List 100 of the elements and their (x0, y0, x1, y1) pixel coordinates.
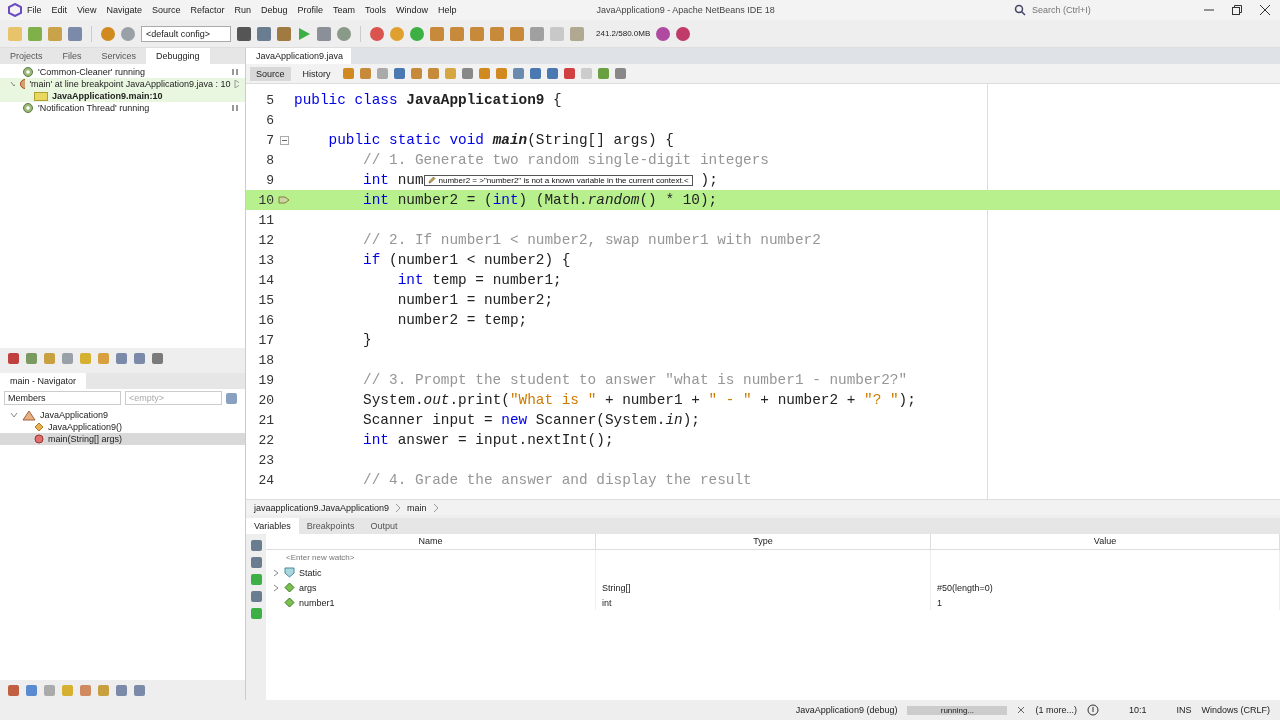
notification-icon[interactable] (1086, 704, 1099, 716)
panel-tab[interactable]: Variables (246, 518, 299, 534)
line-number: 13 (257, 252, 274, 268)
code-line: number2 = temp; (396, 312, 528, 328)
line-number: 7 (265, 132, 274, 148)
pencil-icon (427, 176, 436, 184)
code-line: int temp = number1; (396, 272, 562, 288)
menu-item[interactable]: Profile (292, 5, 329, 15)
variable-type: String[] (602, 582, 631, 593)
line-number: 21 (257, 412, 274, 428)
menu-item[interactable]: Navigate (101, 5, 147, 15)
code-line: if (number1 < number2) { (362, 252, 571, 268)
column-header[interactable]: Value (931, 534, 1280, 550)
expand-caret-icon[interactable] (10, 411, 18, 419)
panel-tab[interactable]: Output (362, 518, 406, 534)
window-title: JavaApplication9 - Apache NetBeans IDE 18 (596, 5, 775, 15)
editor-tab[interactable]: JavaApplication9.java (246, 48, 352, 64)
menu-item[interactable]: Refactor (185, 5, 230, 15)
line-number: 11 (257, 212, 274, 228)
code-line: int answer = input.nextInt(); (362, 432, 614, 448)
navigator-tab[interactable]: main - Navigator (0, 373, 87, 389)
view-toggle[interactable]: History (296, 66, 337, 81)
search-icon (1014, 4, 1026, 16)
chevron-icon (432, 502, 439, 513)
line-number: 12 (257, 232, 274, 248)
menu-item[interactable]: Tools (360, 5, 392, 15)
line-number: 16 (257, 312, 274, 328)
close-icon[interactable] (1260, 5, 1270, 15)
menu-item[interactable]: Debug (256, 5, 293, 15)
class-label[interactable]: JavaApplication9 (40, 410, 109, 420)
line-number: 24 (257, 472, 274, 488)
line-number: 20 (257, 392, 274, 408)
restore-icon[interactable] (1232, 5, 1242, 15)
call-frame-icon (34, 91, 48, 101)
variable-icon (284, 582, 295, 593)
gear-icon (22, 66, 34, 78)
menu-item[interactable]: Team (328, 5, 361, 15)
panel-tab[interactable]: Services (91, 48, 147, 64)
thread-label[interactable]: 'Notification Thread' running (38, 103, 150, 113)
view-toggle[interactable]: Source (250, 66, 291, 81)
line-number: 9 (265, 172, 274, 188)
line-number: 14 (257, 272, 274, 288)
memory-usage[interactable]: 241.2/580.0MB (596, 29, 651, 38)
menu-item[interactable]: Source (146, 5, 186, 15)
panel-tab[interactable]: Debugging (146, 48, 210, 64)
cancel-icon[interactable] (1017, 706, 1026, 714)
panel-tab[interactable]: Projects (0, 48, 53, 64)
column-header[interactable]: Name (266, 534, 596, 550)
code-line: // 2. If number1 < number2, swap number1 with number2 (362, 232, 821, 248)
panel-tab[interactable]: Breakpoints (298, 518, 363, 534)
more-tasks-link[interactable]: (1 more...) (1035, 705, 1077, 715)
menu-item[interactable]: Window (391, 5, 434, 15)
column-header[interactable]: Type (596, 534, 931, 550)
config-dropdown[interactable]: <default config> (141, 25, 231, 42)
line-number: 17 (257, 332, 274, 348)
menu-item[interactable]: Edit (46, 5, 73, 15)
code-line: public class JavaApplication9 { (294, 92, 562, 108)
insert-mode: INS (1176, 705, 1192, 715)
expand-caret-icon[interactable] (272, 568, 280, 577)
breadcrumb-item[interactable]: javaapplication9.JavaApplication9 (254, 502, 390, 513)
code-line: public static void main(String[] args) { (327, 132, 674, 148)
session-label: JavaApplication9 (debug) (795, 705, 898, 715)
variable-icon (284, 597, 295, 608)
fold-icon[interactable] (279, 135, 289, 145)
run-icon[interactable] (297, 25, 311, 42)
code-line: int num number2 = >"number2" is not a known variable in the current context.< ); (362, 172, 718, 188)
chevron-icon (395, 502, 402, 513)
code-line: int number2 = (int) (Math.random() * 10); (362, 192, 718, 208)
menu-item[interactable]: Run (229, 5, 256, 15)
suspended-thread-icon (18, 78, 26, 90)
line-number: 19 (257, 372, 274, 388)
line-number: 18 (257, 352, 274, 368)
thread-label[interactable]: 'Common-Cleaner' running (38, 67, 145, 77)
tooltip-text: number2 = >"number2" is not a known variable in the current context.< (438, 175, 689, 185)
code-line: } (362, 332, 372, 348)
search-field[interactable]: Search (Ctrl+I) (1030, 4, 1174, 16)
line-number: 5 (265, 92, 274, 108)
panel-tab[interactable]: Files (52, 48, 92, 64)
members-dropdown[interactable]: Members (4, 391, 121, 405)
code-line: // 4. Grade the answer and display the result (362, 472, 752, 488)
line-number: 8 (265, 152, 274, 168)
menu-item[interactable]: Help (433, 5, 462, 15)
line-number: 22 (257, 432, 274, 448)
expand-caret-icon[interactable] (272, 583, 280, 592)
menu-item[interactable]: File (22, 5, 47, 15)
menu-item[interactable]: View (72, 5, 102, 15)
line-endings: Windows (CRLF) (1201, 705, 1270, 715)
shield-icon (284, 567, 295, 578)
expand-caret-icon[interactable] (10, 80, 15, 88)
line-number: 15 (257, 292, 274, 308)
app-logo-icon (8, 3, 22, 17)
program-counter-icon (278, 195, 290, 205)
class-icon (22, 409, 36, 421)
variable-name: number1 (299, 597, 335, 608)
variable-type: int (602, 597, 612, 608)
member-label[interactable]: JavaApplication9() (48, 422, 123, 432)
method-icon (34, 434, 44, 444)
variable-name: Static (299, 567, 322, 578)
breadcrumb-item[interactable]: main (407, 502, 427, 513)
variable-value: 1 (937, 597, 942, 608)
